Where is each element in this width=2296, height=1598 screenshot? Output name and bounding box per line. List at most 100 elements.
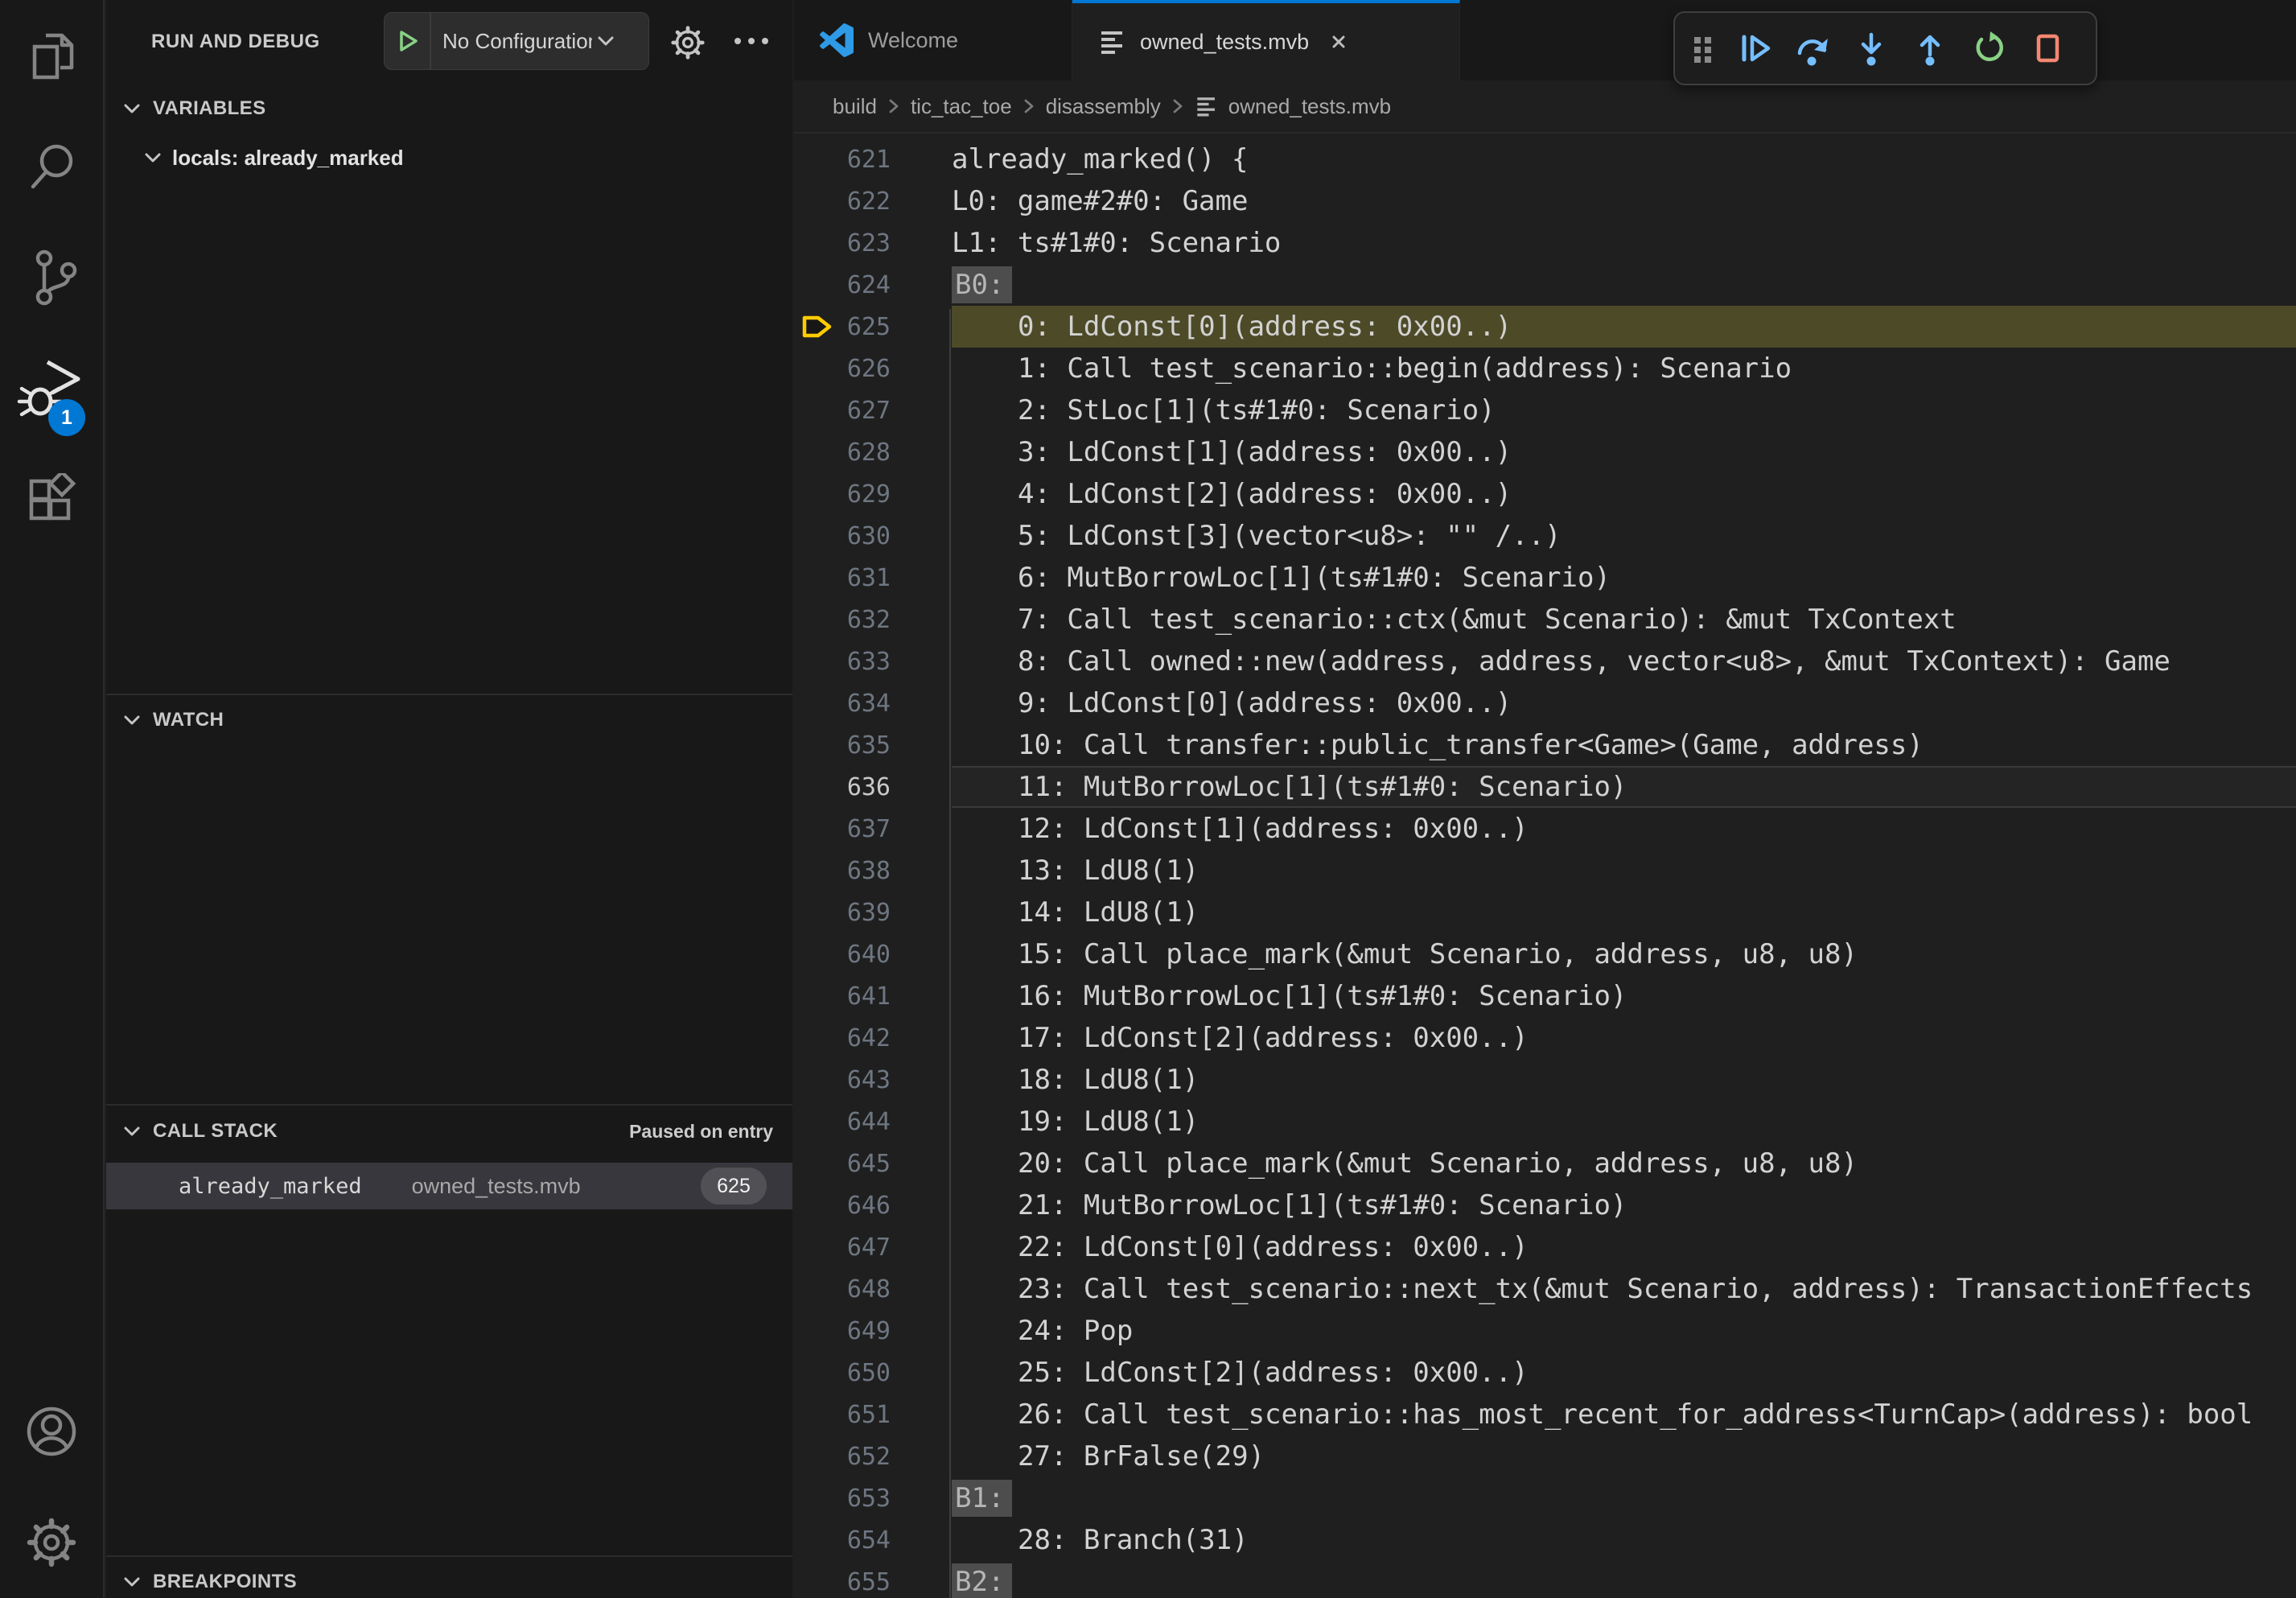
glyph-margin[interactable] bbox=[794, 1394, 841, 1435]
tab-welcome[interactable]: Welcome bbox=[794, 0, 1072, 80]
glyph-margin[interactable] bbox=[794, 808, 841, 850]
code-line[interactable]: 6250: LdConst[0](address: 0x00..) bbox=[794, 306, 2296, 348]
code-line[interactable]: 6327: Call test_scenario::ctx(&mut Scena… bbox=[794, 599, 2296, 640]
source-control-icon[interactable] bbox=[0, 222, 103, 333]
code-line[interactable]: 63611: MutBorrowLoc[1](ts#1#0: Scenario) bbox=[794, 766, 2296, 808]
line-content[interactable]: L1: ts#1#0: Scenario bbox=[952, 227, 1281, 259]
breadcrumb-item[interactable]: disassembly bbox=[1046, 94, 1161, 119]
glyph-margin[interactable] bbox=[794, 1226, 841, 1268]
glyph-margin[interactable] bbox=[794, 1352, 841, 1394]
code-line[interactable]: 6272: StLoc[1](ts#1#0: Scenario) bbox=[794, 389, 2296, 431]
line-content[interactable]: 14: LdU8(1) bbox=[952, 896, 1199, 929]
code-line[interactable]: 64722: LdConst[0](address: 0x00..) bbox=[794, 1226, 2296, 1268]
glyph-margin[interactable] bbox=[794, 975, 841, 1017]
line-content[interactable]: B2: bbox=[952, 1566, 1012, 1598]
call-stack-section-header[interactable]: CALL STACK Paused on entry bbox=[106, 1104, 792, 1157]
line-content[interactable]: 22: LdConst[0](address: 0x00..) bbox=[952, 1231, 1529, 1263]
glyph-margin[interactable] bbox=[794, 1561, 841, 1598]
line-content[interactable]: 7: Call test_scenario::ctx(&mut Scenario… bbox=[952, 603, 1957, 636]
code-line[interactable]: 6294: LdConst[2](address: 0x00..) bbox=[794, 473, 2296, 515]
watch-section-header[interactable]: WATCH bbox=[106, 694, 792, 745]
line-content[interactable]: 26: Call test_scenario::has_most_recent_… bbox=[952, 1398, 2253, 1431]
code-line[interactable]: 6316: MutBorrowLoc[1](ts#1#0: Scenario) bbox=[794, 557, 2296, 599]
code-line[interactable]: 64318: LdU8(1) bbox=[794, 1059, 2296, 1101]
code-line[interactable]: 6349: LdConst[0](address: 0x00..) bbox=[794, 682, 2296, 724]
glyph-margin[interactable] bbox=[794, 850, 841, 892]
glyph-margin[interactable] bbox=[794, 180, 841, 222]
code-line[interactable]: 65227: BrFalse(29) bbox=[794, 1435, 2296, 1477]
line-content[interactable]: 20: Call place_mark(&mut Scenario, addre… bbox=[952, 1147, 1858, 1180]
line-content[interactable]: 23: Call test_scenario::next_tx(&mut Sce… bbox=[952, 1273, 2253, 1305]
code-line[interactable]: 623L1: ts#1#0: Scenario bbox=[794, 222, 2296, 264]
line-content[interactable]: 6: MutBorrowLoc[1](ts#1#0: Scenario) bbox=[952, 562, 1611, 594]
glyph-margin[interactable] bbox=[794, 892, 841, 933]
line-content[interactable]: 16: MutBorrowLoc[1](ts#1#0: Scenario) bbox=[952, 980, 1627, 1012]
line-content[interactable]: 17: LdConst[2](address: 0x00..) bbox=[952, 1022, 1529, 1054]
code-line[interactable]: 64520: Call place_mark(&mut Scenario, ad… bbox=[794, 1143, 2296, 1184]
glyph-margin[interactable] bbox=[794, 264, 841, 306]
glyph-margin[interactable] bbox=[794, 1310, 841, 1352]
debug-settings-gear-icon[interactable] bbox=[669, 24, 706, 65]
code-line[interactable]: 63813: LdU8(1) bbox=[794, 850, 2296, 892]
tab-owned-tests[interactable]: owned_tests.mvb bbox=[1072, 0, 1460, 80]
glyph-margin[interactable] bbox=[794, 515, 841, 557]
restart-icon[interactable] bbox=[1970, 30, 2007, 67]
line-content[interactable]: 3: LdConst[1](address: 0x00..) bbox=[952, 436, 1512, 468]
step-into-icon[interactable] bbox=[1853, 30, 1890, 67]
glyph-margin[interactable] bbox=[794, 1101, 841, 1143]
code-line[interactable]: 63712: LdConst[1](address: 0x00..) bbox=[794, 808, 2296, 850]
glyph-margin[interactable] bbox=[794, 1059, 841, 1101]
code-line[interactable]: 64217: LdConst[2](address: 0x00..) bbox=[794, 1017, 2296, 1059]
glyph-margin[interactable] bbox=[794, 1184, 841, 1226]
glyph-margin[interactable] bbox=[794, 933, 841, 975]
line-content[interactable]: 24: Pop bbox=[952, 1315, 1133, 1347]
code-line[interactable]: 6261: Call test_scenario::begin(address)… bbox=[794, 348, 2296, 389]
line-content[interactable]: 10: Call transfer::public_transfer<Game>… bbox=[952, 729, 1924, 761]
glyph-margin[interactable] bbox=[794, 766, 841, 808]
glyph-margin[interactable] bbox=[794, 473, 841, 515]
search-icon[interactable] bbox=[0, 111, 103, 222]
code-line[interactable]: 6283: LdConst[1](address: 0x00..) bbox=[794, 431, 2296, 473]
line-content[interactable]: 4: LdConst[2](address: 0x00..) bbox=[952, 478, 1512, 510]
glyph-margin[interactable] bbox=[794, 1017, 841, 1059]
start-debug-icon[interactable] bbox=[396, 29, 420, 53]
line-content[interactable]: 27: BrFalse(29) bbox=[952, 1440, 1265, 1472]
stop-icon[interactable] bbox=[2029, 30, 2066, 67]
code-editor[interactable]: 621already_marked() {622L0: game#2#0: Ga… bbox=[794, 135, 2296, 1598]
variables-section-header[interactable]: VARIABLES bbox=[106, 83, 792, 134]
code-line[interactable]: 64116: MutBorrowLoc[1](ts#1#0: Scenario) bbox=[794, 975, 2296, 1017]
breadcrumb-item[interactable]: owned_tests.mvb bbox=[1228, 94, 1391, 119]
glyph-margin[interactable] bbox=[794, 1435, 841, 1477]
line-content[interactable]: 25: LdConst[2](address: 0x00..) bbox=[952, 1357, 1529, 1389]
glyph-margin[interactable] bbox=[794, 640, 841, 682]
code-line[interactable]: 64621: MutBorrowLoc[1](ts#1#0: Scenario) bbox=[794, 1184, 2296, 1226]
code-line[interactable]: 655B2: bbox=[794, 1561, 2296, 1598]
step-over-icon[interactable] bbox=[1794, 30, 1831, 67]
line-content[interactable]: 28: Branch(31) bbox=[952, 1524, 1249, 1556]
glyph-margin[interactable] bbox=[794, 682, 841, 724]
line-content[interactable]: B1: bbox=[952, 1482, 1012, 1514]
code-line[interactable]: 64823: Call test_scenario::next_tx(&mut … bbox=[794, 1268, 2296, 1310]
line-content[interactable]: 21: MutBorrowLoc[1](ts#1#0: Scenario) bbox=[952, 1189, 1627, 1221]
glyph-margin[interactable] bbox=[794, 724, 841, 766]
line-content[interactable]: 13: LdU8(1) bbox=[952, 855, 1199, 887]
glyph-margin[interactable] bbox=[794, 557, 841, 599]
continue-icon[interactable] bbox=[1735, 30, 1772, 67]
line-content[interactable]: L0: game#2#0: Game bbox=[952, 185, 1248, 217]
line-content[interactable]: 11: MutBorrowLoc[1](ts#1#0: Scenario) bbox=[952, 771, 1627, 803]
glyph-margin[interactable] bbox=[794, 431, 841, 473]
line-content[interactable]: 8: Call owned::new(address, address, vec… bbox=[952, 645, 2171, 678]
locals-scope-row[interactable]: locals: already_marked bbox=[106, 134, 792, 181]
line-content[interactable]: 15: Call place_mark(&mut Scenario, addre… bbox=[952, 938, 1858, 970]
call-stack-frame-row[interactable]: already_marked owned_tests.mvb 625 bbox=[106, 1163, 792, 1209]
glyph-margin[interactable] bbox=[794, 222, 841, 264]
line-content[interactable]: 9: LdConst[0](address: 0x00..) bbox=[952, 687, 1512, 719]
code-line[interactable]: 64924: Pop bbox=[794, 1310, 2296, 1352]
glyph-margin[interactable] bbox=[794, 1477, 841, 1519]
line-content[interactable]: 2: StLoc[1](ts#1#0: Scenario) bbox=[952, 394, 1496, 426]
code-line[interactable]: 63510: Call transfer::public_transfer<Ga… bbox=[794, 724, 2296, 766]
code-line[interactable]: 64419: LdU8(1) bbox=[794, 1101, 2296, 1143]
line-content[interactable]: 0: LdConst[0](address: 0x00..) bbox=[952, 311, 1512, 343]
code-line[interactable]: 64015: Call place_mark(&mut Scenario, ad… bbox=[794, 933, 2296, 975]
line-content[interactable]: 18: LdU8(1) bbox=[952, 1064, 1199, 1096]
